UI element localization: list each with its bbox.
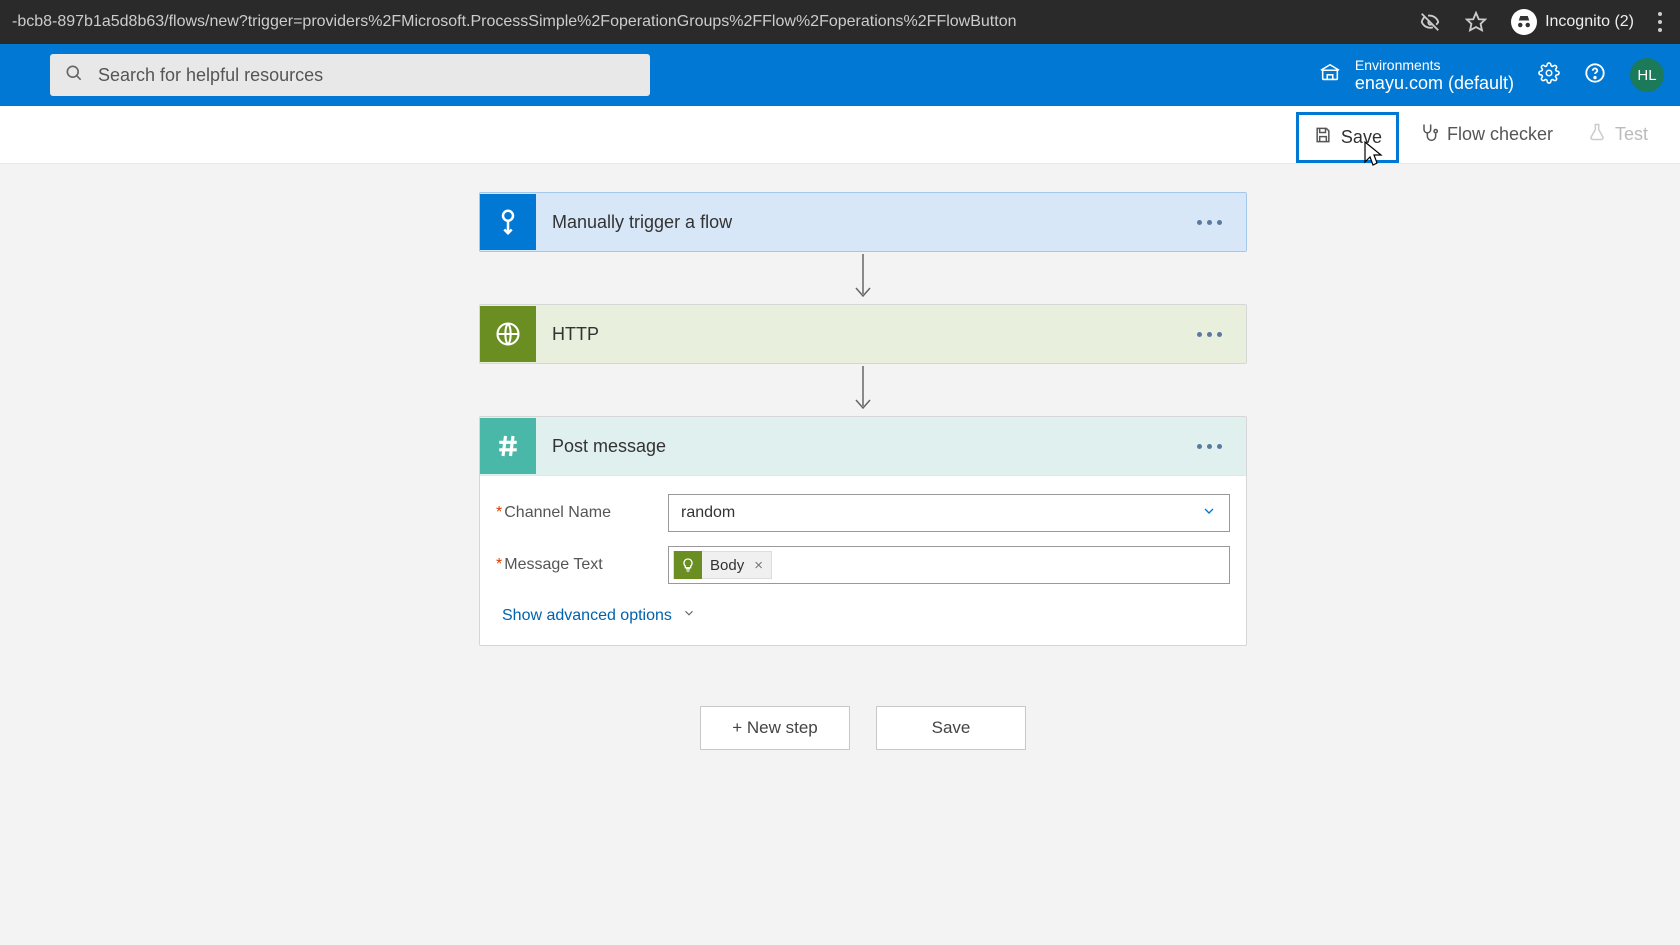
message-text-label: *Message Text [496, 556, 668, 574]
channel-name-select[interactable]: random [668, 494, 1230, 532]
help-icon[interactable] [1584, 62, 1606, 89]
search-box[interactable] [50, 54, 650, 96]
env-value: enayu.com (default) [1355, 73, 1514, 94]
hash-icon [480, 418, 536, 474]
step-post-message: Post message *Channel Name random [479, 416, 1247, 646]
step-menu-icon[interactable] [1191, 438, 1228, 455]
save-label: Save [1341, 127, 1382, 148]
save-flow-button[interactable]: Save [876, 706, 1026, 750]
step-title: Manually trigger a flow [552, 212, 1175, 233]
chevron-down-icon [682, 606, 696, 625]
designer-canvas: Manually trigger a flow HTTP [0, 164, 1680, 790]
test-button[interactable]: Test [1573, 112, 1662, 157]
channel-name-value: random [681, 504, 735, 522]
connector-arrow[interactable] [479, 364, 1247, 416]
step-header[interactable]: Post message [480, 417, 1246, 475]
token-label: Body [710, 557, 744, 574]
lightbulb-icon [674, 551, 702, 579]
save-icon [1313, 125, 1333, 150]
test-label: Test [1615, 124, 1648, 145]
avatar[interactable]: HL [1630, 58, 1664, 92]
flow-checker-label: Flow checker [1447, 124, 1553, 145]
step-menu-icon[interactable] [1191, 326, 1228, 343]
star-icon[interactable] [1465, 11, 1487, 33]
settings-icon[interactable] [1538, 62, 1560, 89]
app-header: Environments enayu.com (default) HL [0, 44, 1680, 106]
token-remove-icon[interactable]: × [754, 557, 763, 574]
address-bar[interactable]: -bcb8-897b1a5d8b63/flows/new?trigger=pro… [12, 13, 1419, 31]
save-button[interactable]: Save [1296, 112, 1399, 163]
step-http[interactable]: HTTP [479, 304, 1247, 364]
connector-arrow[interactable] [479, 252, 1247, 304]
environment-picker[interactable]: Environments enayu.com (default) [1319, 57, 1514, 94]
channel-name-label: *Channel Name [496, 504, 668, 522]
search-icon [64, 63, 84, 88]
env-label: Environments [1355, 57, 1514, 73]
search-input[interactable] [98, 65, 636, 86]
new-step-button[interactable]: + New step [700, 706, 850, 750]
eye-off-icon[interactable] [1419, 11, 1441, 33]
flow-checker-button[interactable]: Flow checker [1405, 112, 1567, 157]
environment-icon [1319, 62, 1341, 89]
show-advanced-options[interactable]: Show advanced options [502, 606, 696, 625]
step-trigger[interactable]: Manually trigger a flow [479, 192, 1247, 252]
incognito-label: Incognito (2) [1545, 13, 1634, 31]
incognito-icon [1511, 9, 1537, 35]
command-bar: Save Flow checker Test [0, 106, 1680, 164]
browser-menu-icon[interactable] [1658, 12, 1662, 32]
message-text-input[interactable]: Body × [668, 546, 1230, 584]
incognito-indicator[interactable]: Incognito (2) [1511, 9, 1634, 35]
step-title: HTTP [552, 324, 1175, 345]
flask-icon [1587, 122, 1607, 147]
browser-chrome: -bcb8-897b1a5d8b63/flows/new?trigger=pro… [0, 0, 1680, 44]
dynamic-content-token[interactable]: Body × [673, 551, 772, 579]
chevron-down-icon [1201, 503, 1217, 524]
step-title: Post message [552, 436, 1175, 457]
touch-icon [480, 194, 536, 250]
globe-icon [480, 306, 536, 362]
stethoscope-icon [1419, 122, 1439, 147]
step-menu-icon[interactable] [1191, 214, 1228, 231]
